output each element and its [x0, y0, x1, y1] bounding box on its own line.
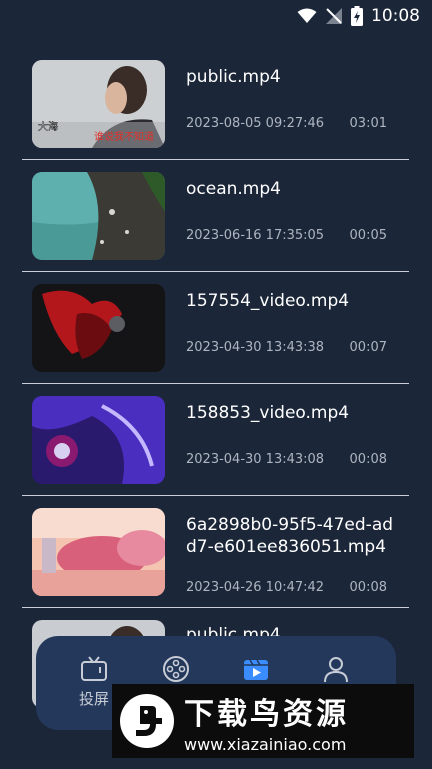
- video-meta: 2023-04-30 13:43:38 00:07: [186, 340, 387, 355]
- video-item[interactable]: 157554_video.mp4 2023-04-30 13:43:38 00:…: [22, 272, 409, 384]
- thumbnail-image: [32, 284, 165, 372]
- video-date: 2023-06-16 17:35:05: [186, 228, 325, 243]
- video-date: 2023-04-26 10:47:42: [186, 580, 325, 595]
- video-name: 157554_video.mp4: [186, 291, 350, 311]
- bird-logo-icon: [120, 694, 174, 748]
- battery-charging-icon: [351, 6, 363, 26]
- nav-item-videos[interactable]: [226, 654, 286, 684]
- video-duration: 03:01: [349, 116, 387, 131]
- thumbnail-image: [32, 508, 165, 596]
- video-thumbnail[interactable]: [32, 508, 165, 596]
- watermark-url: www.xiazainiao.com: [184, 734, 347, 754]
- video-name: public.mp4: [186, 67, 281, 87]
- thumbnail-caption-right: 谁说我不知道: [94, 130, 154, 143]
- thumbnail-caption-left: 大海: [38, 120, 58, 133]
- thumbnail-image: [32, 172, 165, 260]
- video-item[interactable]: 158853_video.mp4 2023-04-30 13:43:08 00:…: [22, 384, 409, 496]
- video-item[interactable]: ocean.mp4 2023-06-16 17:35:05 00:05: [22, 160, 409, 272]
- tv-icon: [81, 656, 107, 681]
- person-icon: [324, 657, 348, 683]
- video-item[interactable]: 大海 谁说我不知道 public.mp4 2023-08-05 09:27:46…: [22, 48, 409, 160]
- video-thumbnail[interactable]: [32, 284, 165, 372]
- video-clapper-icon: [244, 659, 268, 680]
- video-date: 2023-04-30 13:43:08: [186, 452, 325, 467]
- watermark-banner: 下载鸟资源 www.xiazainiao.com: [112, 684, 414, 758]
- video-meta: 2023-08-05 09:27:46 03:01: [186, 116, 387, 131]
- video-meta: 2023-06-16 17:35:05 00:05: [186, 228, 387, 243]
- thumbnail-image: 大海 谁说我不知道: [32, 60, 165, 148]
- video-duration: 00:07: [349, 340, 387, 355]
- wifi-icon: [297, 8, 317, 23]
- status-bar: 10:08: [0, 0, 432, 32]
- video-date: 2023-08-05 09:27:46: [186, 116, 325, 131]
- video-name: 6a2898b0-95f5-47ed-add7-e601ee836051.mp4: [186, 515, 394, 557]
- video-meta: 2023-04-30 13:43:08 00:08: [186, 452, 387, 467]
- watermark-text: 下载鸟资源 www.xiazainiao.com: [184, 689, 349, 754]
- nav-item-film[interactable]: [146, 654, 206, 684]
- video-thumbnail[interactable]: 大海 谁说我不知道: [32, 60, 165, 148]
- video-duration: 00:05: [349, 228, 387, 243]
- no-signal-icon: [326, 8, 342, 24]
- video-name: 158853_video.mp4: [186, 403, 350, 423]
- video-thumbnail[interactable]: [32, 396, 165, 484]
- video-date: 2023-04-30 13:43:38: [186, 340, 325, 355]
- video-duration: 00:08: [349, 580, 387, 595]
- watermark-title: 下载鸟资源: [184, 696, 349, 732]
- film-reel-icon: [163, 656, 189, 682]
- nav-item-profile[interactable]: [306, 654, 366, 684]
- video-meta: 2023-04-26 10:47:42 00:08: [186, 580, 387, 595]
- thumbnail-image: [32, 396, 165, 484]
- video-list: 大海 谁说我不知道 public.mp4 2023-08-05 09:27:46…: [22, 48, 409, 719]
- video-name: ocean.mp4: [186, 179, 281, 199]
- video-thumbnail[interactable]: [32, 172, 165, 260]
- status-icons: 10:08: [297, 6, 420, 26]
- status-time: 10:08: [371, 6, 420, 26]
- video-item[interactable]: 6a2898b0-95f5-47ed-add7-e601ee836051.mp4…: [22, 496, 409, 608]
- video-duration: 00:08: [349, 452, 387, 467]
